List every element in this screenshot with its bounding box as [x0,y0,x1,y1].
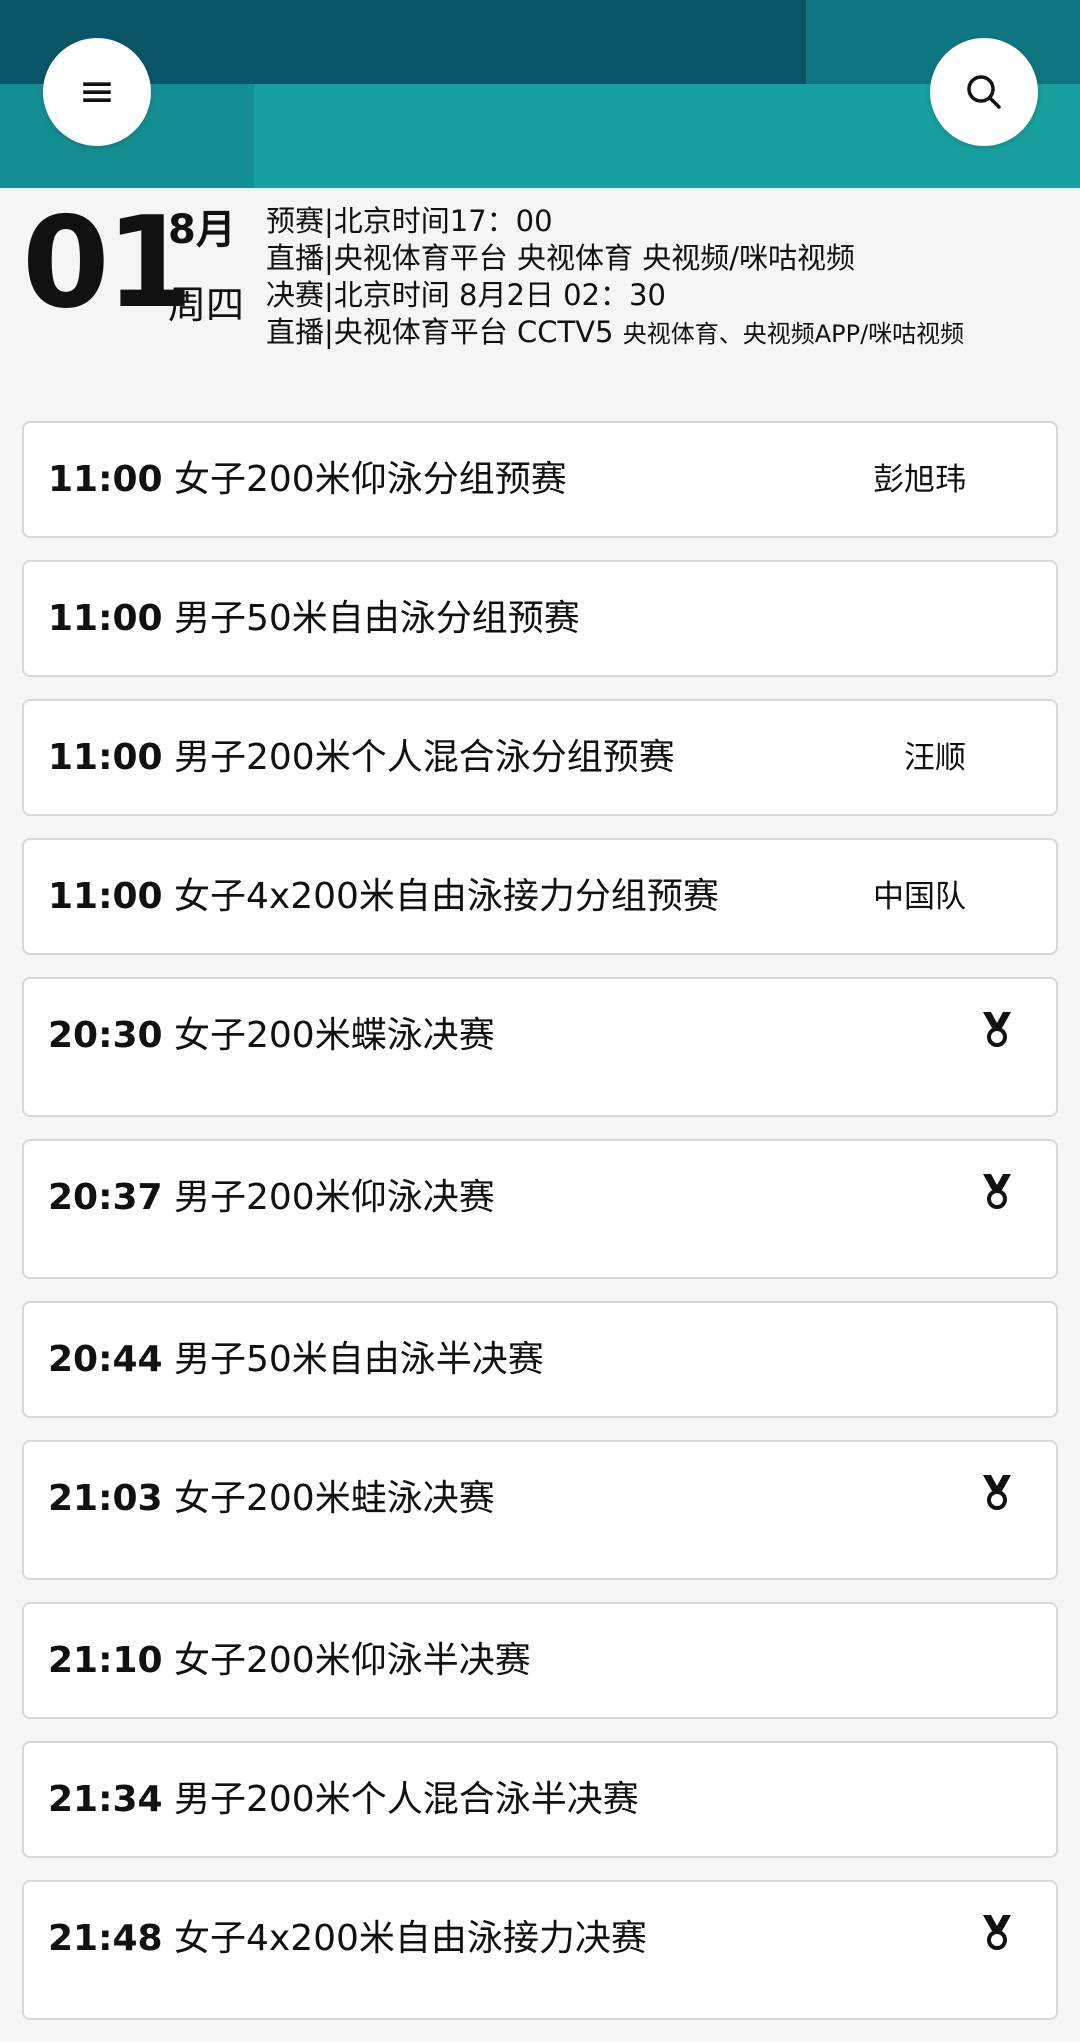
event-row[interactable]: 21:10 女子200米仰泳半决赛 [22,1602,1058,1719]
event-name: 女子200米蝶泳决赛 [174,1015,495,1056]
event-athlete: 彭旭玮 [873,462,966,498]
event-row[interactable]: 20:37 男子200米仰泳决赛 [22,1139,1058,1279]
event-row[interactable]: 21:03 女子200米蛙泳决赛 [22,1440,1058,1580]
event-row[interactable]: 11:00 女子200米仰泳分组预赛 彭旭玮 [22,421,1058,538]
event-name: 男子50米自由泳分组预赛 [174,598,580,639]
event-time: 20:44 [48,1339,163,1380]
event-name: 男子200米仰泳决赛 [174,1177,495,1218]
menu-button[interactable]: ≡ [43,38,151,146]
event-row[interactable]: 21:48 女子4x200米自由泳接力决赛 [22,1880,1058,2020]
broadcast-final-channels-extra: 央视体育、央视频APP/咪咕视频 [622,320,965,348]
date-day: 01 [22,189,193,336]
event-name: 男子200米个人混合泳半决赛 [174,1779,639,1820]
search-icon [967,75,1001,109]
event-name: 女子200米仰泳分组预赛 [174,459,567,500]
event-time: 11:00 [48,876,163,917]
medal-icon [983,1915,1011,1950]
header-banner: ≡ [0,0,1080,188]
event-row[interactable]: 11:00 男子200米个人混合泳分组预赛 汪顺 [22,699,1058,816]
broadcast-line-final-channels: 直播|央视体育平台 CCTV5 央视体育、央视频APP/咪咕视频 [266,314,964,353]
event-time: 21:03 [48,1478,163,1519]
event-row[interactable]: 11:00 男子50米自由泳分组预赛 [22,560,1058,677]
event-time: 11:00 [48,459,163,500]
event-time: 21:10 [48,1640,163,1681]
event-row[interactable]: 21:34 男子200米个人混合泳半决赛 [22,1741,1058,1858]
event-row[interactable]: 20:30 女子200米蝶泳决赛 [22,977,1058,1117]
event-list: 11:00 女子200米仰泳分组预赛 彭旭玮 11:00 男子50米自由泳分组预… [22,421,1058,2042]
event-name: 女子200米蛙泳决赛 [174,1478,495,1519]
medal-icon [983,1012,1011,1047]
event-time: 20:30 [48,1015,163,1056]
event-athlete: 汪顺 [904,740,966,776]
broadcast-line-prelim-time: 预赛|北京时间17：00 [266,204,553,238]
event-athlete: 中国队 [873,879,966,915]
event-time: 21:34 [48,1779,163,1820]
event-time: 20:37 [48,1177,163,1218]
medal-icon [983,1174,1011,1209]
hamburger-menu-icon: ≡ [78,66,116,117]
event-row[interactable]: 20:44 男子50米自由泳半决赛 [22,1301,1058,1418]
broadcast-final-channels-main: 直播|央视体育平台 CCTV5 [266,315,614,349]
event-name: 男子50米自由泳半决赛 [174,1339,544,1380]
medal-icon [983,1475,1011,1510]
event-time: 21:48 [48,1918,163,1959]
date-weekday: 周四 [168,283,245,327]
event-time: 11:00 [48,598,163,639]
event-name: 女子200米仰泳半决赛 [174,1640,531,1681]
event-name: 女子4x200米自由泳接力决赛 [174,1918,647,1959]
broadcast-line-final-time: 决赛|北京时间 8月2日 02：30 [266,278,666,312]
event-time: 11:00 [48,737,163,778]
search-button[interactable] [930,38,1038,146]
event-name: 男子200米个人混合泳分组预赛 [174,737,675,778]
broadcast-line-prelim-channels: 直播|央视体育平台 央视体育 央视频/咪咕视频 [266,241,855,275]
event-row[interactable]: 11:00 女子4x200米自由泳接力分组预赛 中国队 [22,838,1058,955]
broadcast-info: 预赛|北京时间17：00 直播|央视体育平台 央视体育 央视频/咪咕视频 决赛|… [266,203,964,353]
date-month: 8月 [168,207,236,253]
event-name: 女子4x200米自由泳接力分组预赛 [174,876,719,917]
